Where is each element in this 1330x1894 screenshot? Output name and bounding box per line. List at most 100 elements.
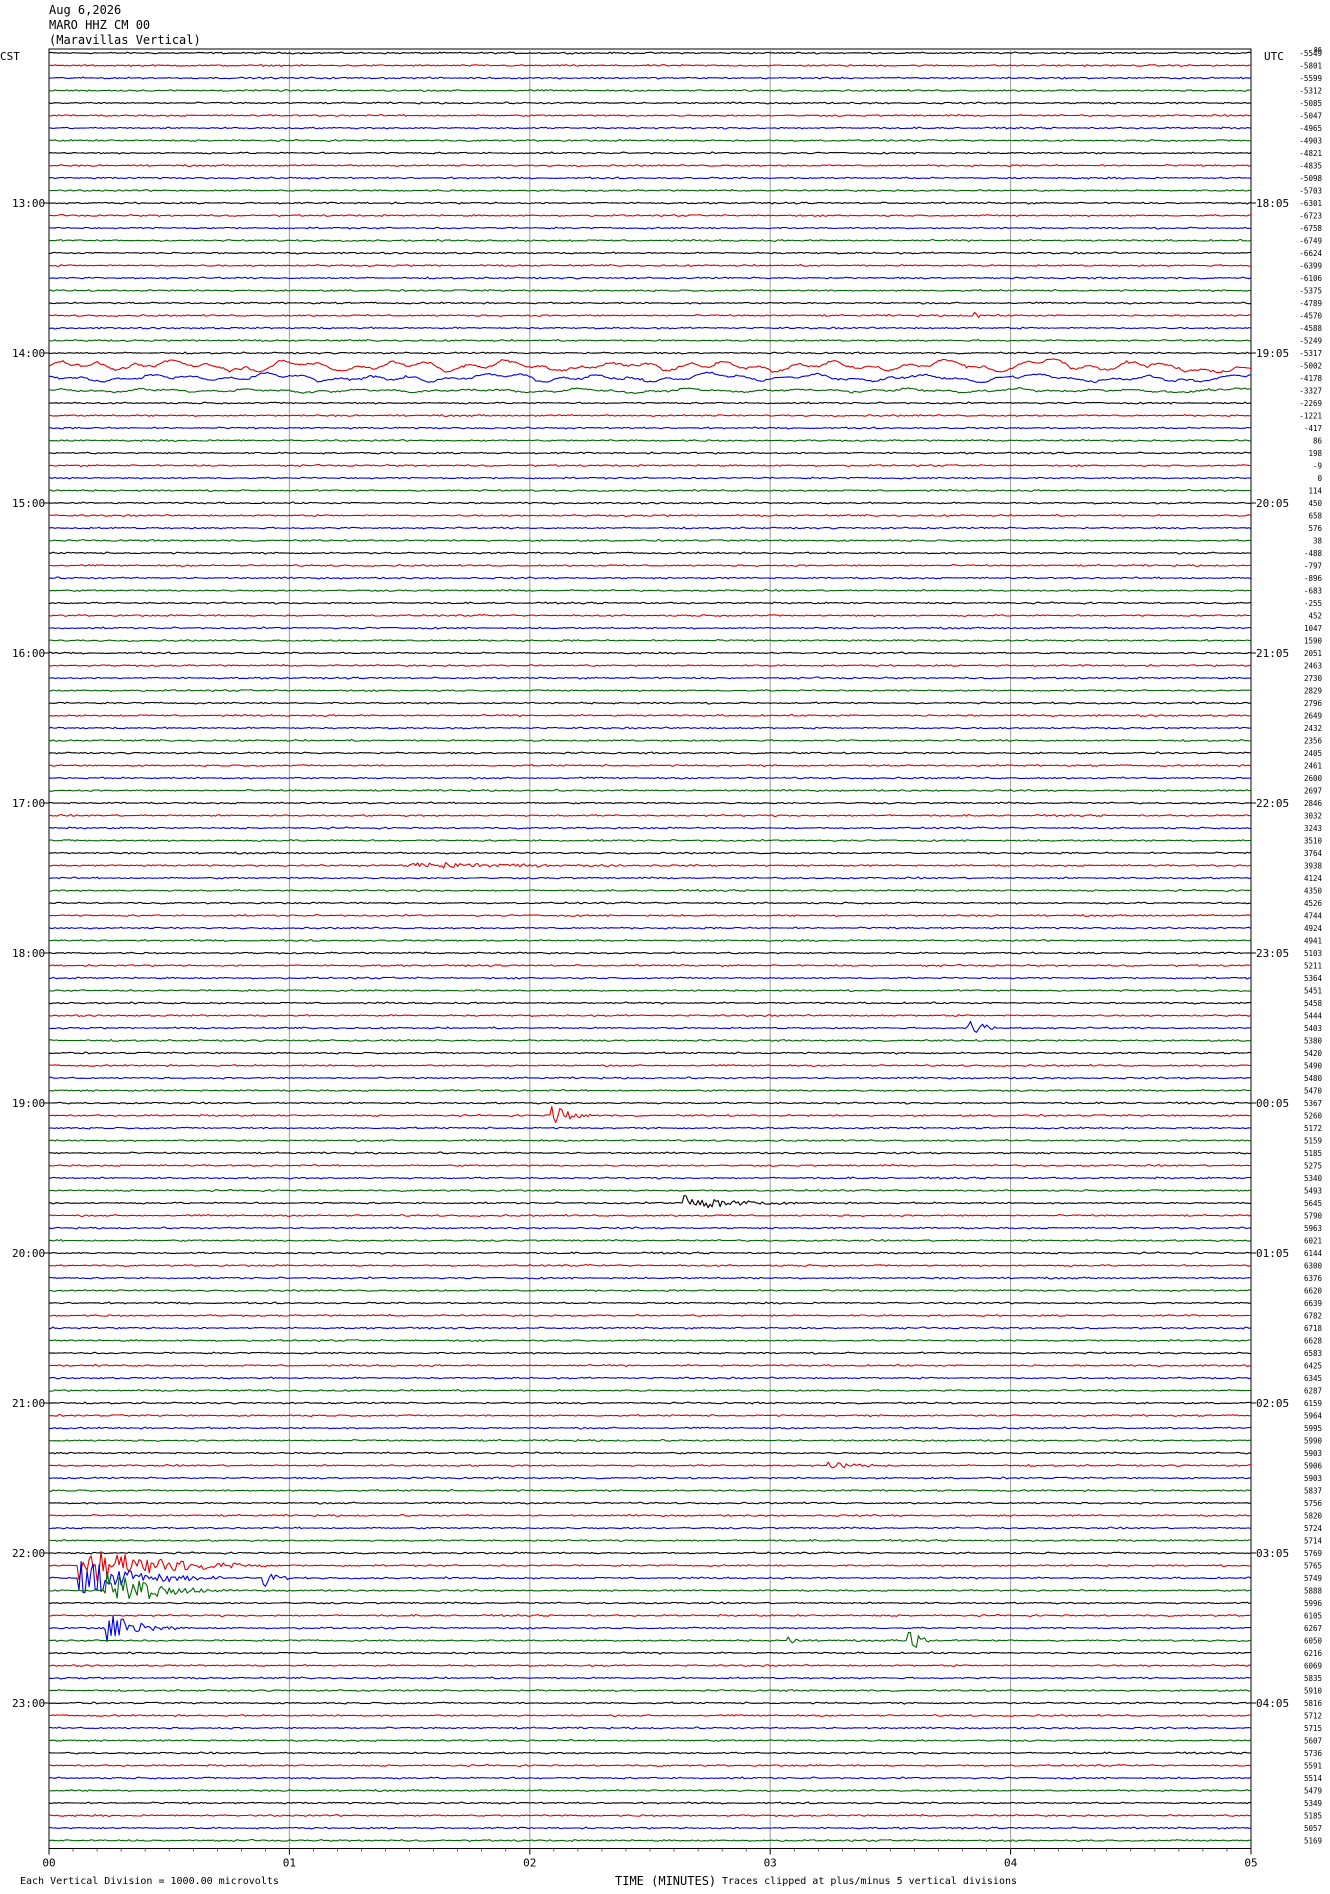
trace-row [48,1801,1252,1805]
trace-row [48,414,1252,418]
row-offset-label: -4570 [1299,312,1322,321]
row-offset-label: 5903 [1304,1449,1322,1458]
utc-hour-label: 18:05 [1256,197,1289,210]
row-offset-label: -6749 [1299,237,1322,246]
trace-row [48,1501,1252,1505]
trace-row [48,1571,1252,1600]
x-axis-title: TIME (MINUTES) [615,1874,717,1888]
trace-row [48,1776,1252,1780]
row-offset-label: 5769 [1304,1549,1322,1558]
row-offset-label: 5964 [1304,1412,1323,1421]
trace-row [48,1663,1252,1668]
trace-row [48,1438,1252,1443]
trace-row [48,1001,1252,1005]
row-offset-label: 5816 [1304,1699,1323,1708]
trace-row [48,663,1252,668]
row-offset-label: 6583 [1304,1349,1322,1358]
trace-row [48,576,1252,580]
row-offset-label: 5458 [1304,999,1323,1008]
row-offset-label: 5480 [1304,1074,1323,1083]
trace-row [48,1063,1252,1068]
scale-note: Each Vertical Division = 1000.00 microvo… [20,1876,279,1887]
trace-row [48,488,1252,493]
row-offset-label: 5963 [1304,1224,1322,1233]
cst-hour-label: 16:00 [12,647,45,660]
trace-row [48,1826,1252,1830]
trace-row [48,1613,1252,1618]
trace-row [48,513,1252,518]
trace-row [48,689,1251,693]
utc-hour-label: 21:05 [1256,647,1289,660]
row-offset-label: 5714 [1304,1537,1323,1546]
row-offset-label: -4835 [1299,162,1322,171]
row-offset-label: 5103 [1304,949,1322,958]
row-offset-label: 5749 [1304,1574,1322,1583]
row-offset-label: 2463 [1304,662,1322,671]
trace-row [48,826,1252,830]
row-offset-label: -5249 [1299,337,1322,346]
trace-row [49,401,1252,405]
trace-row [49,901,1252,905]
trace-row [48,501,1252,505]
trace-row [48,301,1252,305]
row-offset-label: 576 [1308,524,1322,533]
row-offset-label: 5185 [1304,1149,1322,1158]
trace-row [48,163,1252,168]
trace-row [48,938,1252,943]
utc-hour-label: 02:05 [1256,1397,1289,1410]
trace-row [48,776,1252,780]
trace-row [48,1550,1252,1582]
row-offset-label: 5451 [1304,987,1322,996]
trace-row [48,1726,1252,1730]
row-offset-label: 5903 [1304,1474,1322,1483]
row-offset-label: 2796 [1304,699,1323,708]
row-offset-label: 5756 [1304,1499,1323,1508]
row-offset-label: -5317 [1299,349,1322,358]
row-offset-label: 6144 [1304,1249,1323,1258]
row-offset-label: 2649 [1304,712,1322,721]
row-offset-label: 6718 [1304,1324,1323,1333]
trace-row [48,951,1252,955]
trace-row [48,1188,1251,1193]
cst-hour-label: 14:00 [12,347,45,360]
row-offset-label: -5047 [1299,112,1322,121]
trace-row [48,1426,1252,1430]
trace-row [48,713,1252,718]
trace-row [48,201,1252,205]
row-offset-label: 5591 [1304,1762,1322,1771]
trace-row [48,1226,1252,1230]
row-offset-label: 6782 [1304,1312,1322,1321]
trace-row [48,1013,1252,1018]
trace-row [48,1476,1252,1480]
utc-hour-label: 20:05 [1256,497,1289,510]
trace-row [48,1326,1252,1330]
utc-hour-label: 23:05 [1256,947,1289,960]
row-offset-label: 5910 [1304,1687,1323,1696]
row-offset-label: -417 [1304,424,1322,433]
utc-hour-label: 19:05 [1256,347,1289,360]
row-offset-label: 198 [1308,449,1322,458]
x-tick-label: 01 [283,1857,296,1870]
trace-row [48,1488,1252,1493]
trace-row [48,613,1251,618]
row-offset-label: -5085 [1299,99,1322,108]
row-offset-label: 6425 [1304,1362,1322,1371]
trace-row [48,1051,1252,1055]
row-offset-label: 5490 [1304,1062,1323,1071]
trace-row [48,751,1252,755]
row-offset-label: 5340 [1304,1174,1323,1183]
row-offset-label: 6300 [1304,1262,1323,1271]
trace-row [48,1339,1252,1343]
trace-row [48,1276,1252,1280]
row-offset-label: 5444 [1304,1012,1323,1021]
row-offset-label: 450 [1308,499,1322,508]
trace-row [48,1238,1252,1242]
row-offset-label: -5312 [1299,87,1322,96]
utc-hour-label: 22:05 [1256,797,1289,810]
row-offset-label: 5607 [1304,1737,1322,1746]
trace-row [49,976,1252,980]
row-offset-label: 5057 [1304,1824,1322,1833]
trace-row [48,1038,1252,1042]
row-offset-label: -5375 [1299,287,1322,296]
row-offset-label: 0 [1317,474,1322,483]
